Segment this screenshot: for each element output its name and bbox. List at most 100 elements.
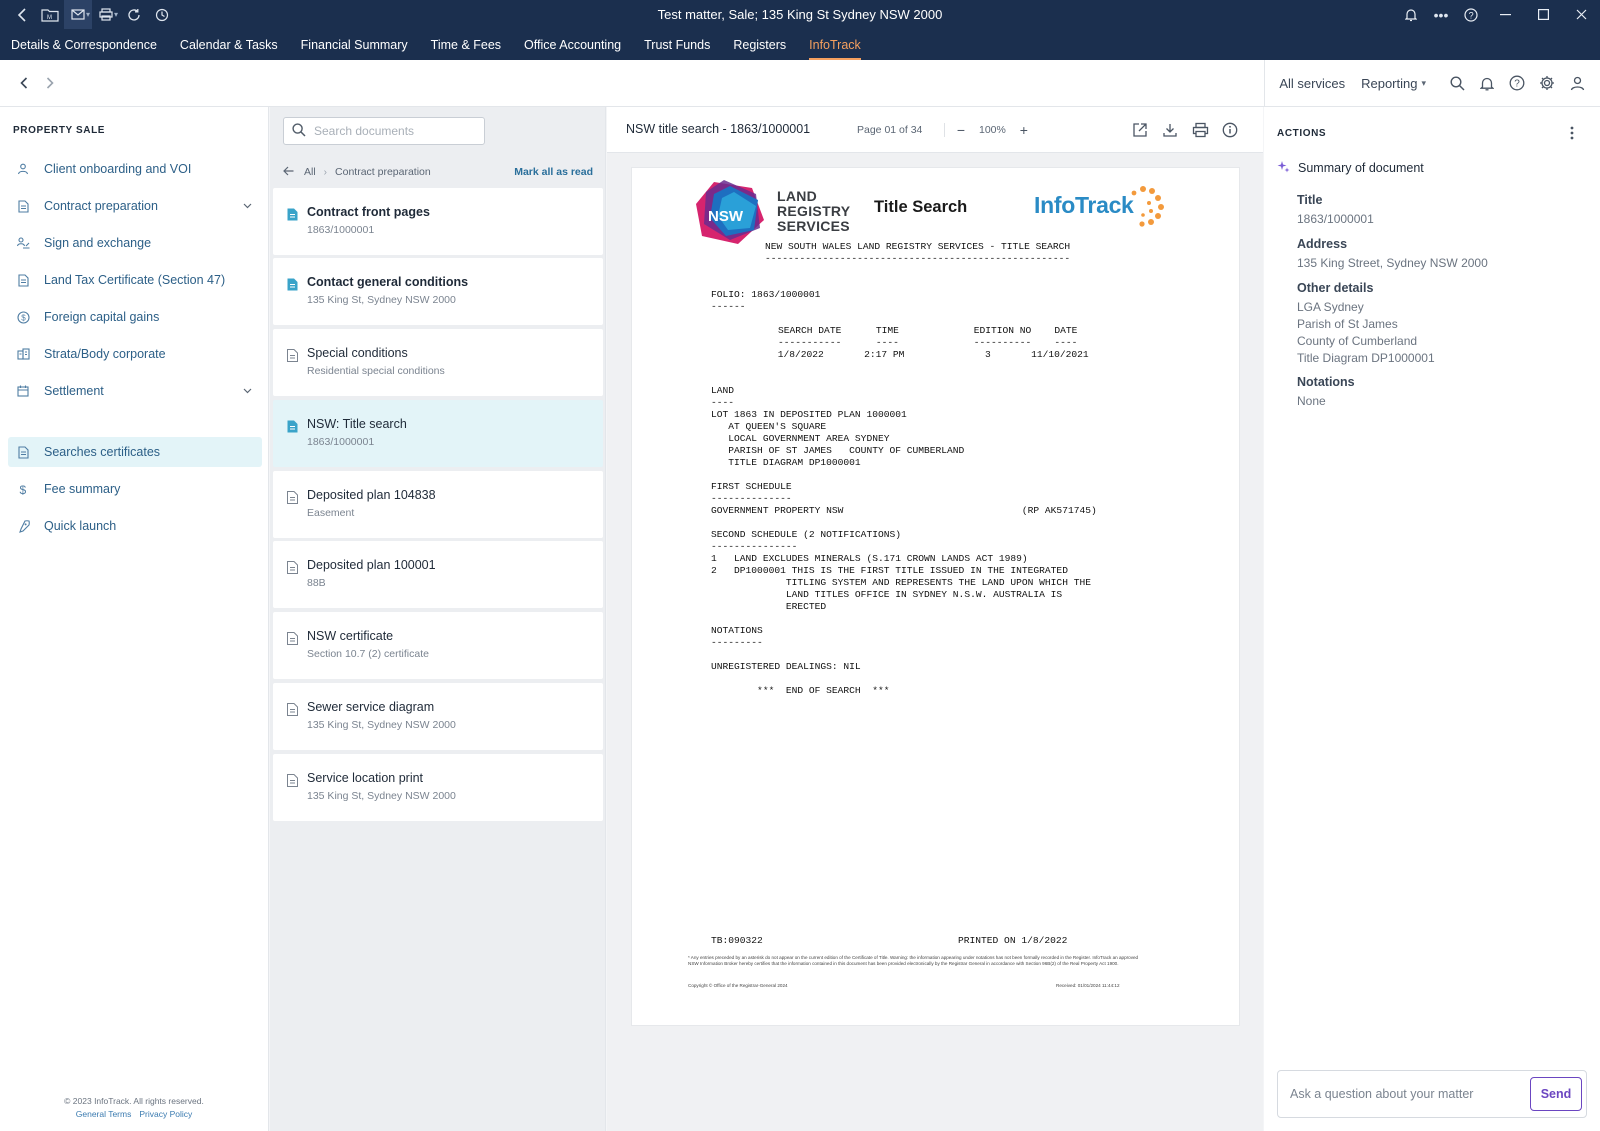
- matter-folder-icon[interactable]: M: [36, 0, 64, 29]
- sidebar-item-searches-certificates[interactable]: Searches certificates: [8, 437, 262, 467]
- actions-heading: ACTIONS: [1277, 128, 1327, 139]
- open-external-icon[interactable]: [1125, 116, 1155, 144]
- search-icon[interactable]: [1442, 68, 1472, 98]
- window-title: Test matter, Sale; 135 King St Sydney NS…: [657, 7, 943, 22]
- document-title: Service location print: [307, 771, 424, 785]
- sidebar-item-foreign-capital-gains[interactable]: $ Foreign capital gains: [8, 302, 262, 332]
- sidebar-item-fee-summary[interactable]: $ Fee summary: [8, 474, 262, 504]
- download-icon[interactable]: [1155, 116, 1185, 144]
- reporting-dropdown[interactable]: Reporting ▾: [1361, 76, 1426, 91]
- ask-question-input[interactable]: [1290, 1087, 1520, 1101]
- document-subtitle: Residential special conditions: [307, 365, 445, 377]
- more-options-icon[interactable]: •••: [1426, 0, 1456, 29]
- timer-icon[interactable]: [148, 0, 176, 29]
- doc-notations-rule: ---------: [711, 637, 763, 648]
- main-menu: Details & Correspondence Calendar & Task…: [0, 29, 1600, 60]
- print-dropdown-icon[interactable]: ▾: [114, 10, 118, 19]
- sidebar-item-quick-launch[interactable]: Quick launch: [8, 511, 262, 541]
- menu-time-fees[interactable]: Time & Fees: [431, 29, 501, 60]
- document-card[interactable]: Sewer service diagram 135 King St, Sydne…: [273, 683, 603, 750]
- chevron-down-icon[interactable]: [243, 201, 252, 212]
- document-subtitle: 135 King St, Sydney NSW 2000: [307, 294, 456, 306]
- menu-details-correspondence[interactable]: Details & Correspondence: [11, 29, 157, 60]
- viewer-header: NSW title search - 1863/1000001 Page 01 …: [607, 107, 1263, 153]
- document-card[interactable]: Service location print 135 King St, Sydn…: [273, 754, 603, 821]
- doc-folio: FOLIO: 1863/1000001: [711, 289, 821, 300]
- document-card[interactable]: Special conditions Residential special c…: [273, 329, 603, 396]
- zoom-in-icon[interactable]: +: [1016, 122, 1032, 138]
- document-card-selected[interactable]: NSW: Title search 1863/1000001: [273, 400, 603, 467]
- menu-calendar-tasks[interactable]: Calendar & Tasks: [180, 29, 278, 60]
- document-title: NSW certificate: [307, 629, 394, 643]
- notification-bell-icon[interactable]: [1396, 0, 1426, 29]
- document-subtitle: Section 10.7 (2) certificate: [307, 648, 429, 660]
- zoom-out-icon[interactable]: −: [953, 122, 969, 138]
- doc-first-schedule-heading: FIRST SCHEDULE: [711, 481, 792, 492]
- sidebar-item-label: Land Tax Certificate (Section 47): [44, 273, 226, 287]
- summary-of-document-header[interactable]: Summary of document: [1277, 160, 1424, 176]
- sidebar-item-label: Settlement: [44, 384, 104, 398]
- arrow-left-icon[interactable]: [283, 165, 294, 179]
- privacy-policy-link[interactable]: Privacy Policy: [139, 1109, 192, 1119]
- gear-icon[interactable]: [1532, 68, 1562, 98]
- field-value: 1863/1000001: [1297, 212, 1374, 226]
- notification-bell-icon[interactable]: [1472, 68, 1502, 98]
- svg-text:?: ?: [1514, 79, 1520, 90]
- doc-end-of-search: *** END OF SEARCH ***: [711, 685, 890, 696]
- actions-panel: ACTIONS Summary of document Title 1863/1…: [1264, 107, 1600, 1131]
- close-icon[interactable]: [1562, 0, 1600, 29]
- document-subtitle: Easement: [307, 507, 355, 519]
- menu-financial-summary[interactable]: Financial Summary: [301, 29, 408, 60]
- doc-received: Received: 01/01/2024 11:44:12: [1056, 983, 1120, 988]
- help-icon[interactable]: ?: [1456, 0, 1486, 29]
- document-heading: Title Search: [874, 198, 968, 216]
- menu-trust-funds[interactable]: Trust Funds: [644, 29, 710, 60]
- ask-question-box: Send: [1277, 1070, 1587, 1118]
- sidebar-item-contract-preparation[interactable]: Contract preparation: [8, 191, 262, 221]
- menu-infotrack[interactable]: InfoTrack: [809, 29, 861, 60]
- svg-text:$: $: [21, 313, 26, 322]
- document-card[interactable]: Contact general conditions 135 King St, …: [273, 258, 603, 325]
- menu-office-accounting[interactable]: Office Accounting: [524, 29, 621, 60]
- help-icon[interactable]: ?: [1502, 68, 1532, 98]
- search-documents-input[interactable]: [314, 124, 464, 138]
- document-card[interactable]: Deposited plan 104838 Easement: [273, 471, 603, 538]
- document-card[interactable]: Contract front pages 1863/1000001: [273, 188, 603, 255]
- chevron-down-icon[interactable]: [243, 386, 252, 397]
- sidebar-item-settlement[interactable]: Settlement: [8, 376, 262, 406]
- document-card[interactable]: Deposited plan 100001 88B: [273, 541, 603, 608]
- document-card[interactable]: NSW certificate Section 10.7 (2) certifi…: [273, 612, 603, 679]
- toolbar-right: All services Reporting ▾ ?: [1264, 59, 1600, 107]
- print-icon[interactable]: [1185, 116, 1215, 144]
- document-title: NSW: Title search: [307, 417, 407, 431]
- person-icon: [16, 162, 30, 176]
- search-documents-box[interactable]: [283, 117, 485, 145]
- all-services-link[interactable]: All services: [1279, 76, 1345, 91]
- breadcrumb-root[interactable]: All: [304, 166, 316, 178]
- reporting-label: Reporting: [1361, 75, 1418, 91]
- chevron-right-icon[interactable]: [37, 70, 63, 96]
- mark-all-read-link[interactable]: Mark all as read: [514, 166, 593, 178]
- minimize-icon[interactable]: [1486, 0, 1524, 29]
- user-profile-icon[interactable]: [1562, 68, 1592, 98]
- kebab-menu-icon[interactable]: [1562, 123, 1582, 143]
- copyright-text: © 2023 InfoTrack. All rights reserved.: [64, 1096, 204, 1106]
- general-terms-link[interactable]: General Terms: [76, 1109, 132, 1119]
- refresh-icon[interactable]: [120, 0, 148, 29]
- send-button[interactable]: Send: [1530, 1077, 1582, 1111]
- sidebar-item-strata-body-corporate[interactable]: Strata/Body corporate: [8, 339, 262, 369]
- maximize-icon[interactable]: [1524, 0, 1562, 29]
- mail-dropdown-icon[interactable]: ▾: [86, 10, 90, 19]
- document-viewer: NSW title search - 1863/1000001 Page 01 …: [607, 107, 1263, 1131]
- nsw-badge-text: NSW: [708, 208, 744, 225]
- sidebar-item-sign-exchange[interactable]: Sign and exchange: [8, 228, 262, 258]
- back-icon[interactable]: [8, 0, 36, 29]
- sidebar-item-label: Fee summary: [44, 482, 121, 496]
- sidebar-item-client-onboarding[interactable]: Client onboarding and VOI: [8, 154, 262, 184]
- menu-registers[interactable]: Registers: [733, 29, 786, 60]
- sidebar-item-land-tax-certificate[interactable]: Land Tax Certificate (Section 47): [8, 265, 262, 295]
- chevron-left-icon[interactable]: [11, 70, 37, 96]
- info-icon[interactable]: [1215, 116, 1245, 144]
- breadcrumb: All › Contract preparation Mark all as r…: [283, 162, 593, 182]
- field-label: Notations: [1297, 375, 1355, 389]
